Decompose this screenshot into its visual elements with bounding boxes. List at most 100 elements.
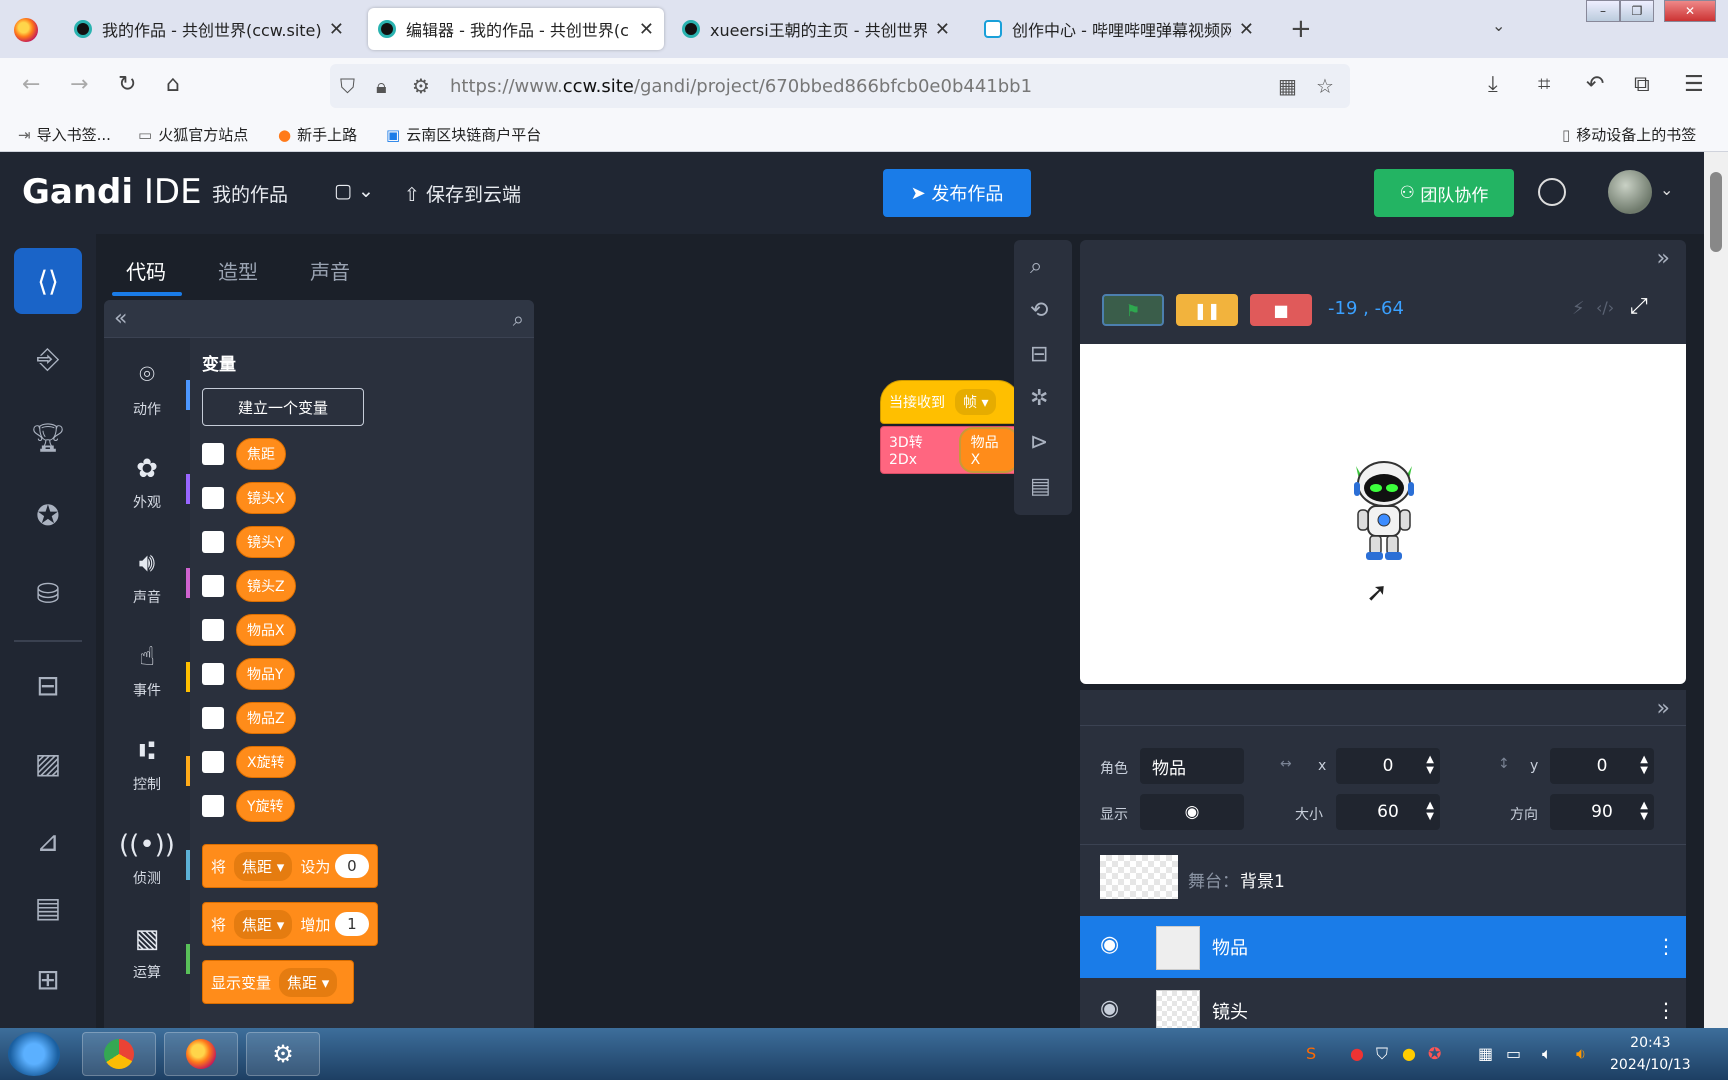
- browser-tab-bilibili[interactable]: 创作中心 - 哔哩哔哩弹幕视频网 ✕: [974, 8, 1264, 50]
- variable-reporter[interactable]: X旋转: [236, 746, 296, 778]
- stepper-icon[interactable]: ▲ ▼: [1426, 800, 1434, 822]
- forward-icon[interactable]: →: [70, 72, 88, 97]
- variable-checkbox[interactable]: [202, 443, 224, 465]
- close-icon[interactable]: ✕: [639, 19, 654, 40]
- firefox-icon[interactable]: [14, 18, 38, 42]
- menu-icon[interactable]: ☰: [1684, 72, 1704, 97]
- speaker-icon[interactable]: 🔉︎: [1576, 1044, 1586, 1064]
- badge-icon[interactable]: ✪: [14, 482, 82, 548]
- minimize-icon[interactable]: –: [1586, 0, 1620, 22]
- tray-app-icon[interactable]: ●: [1402, 1044, 1416, 1063]
- set-variable-block[interactable]: 将焦距 ▾ 设为 0: [202, 844, 378, 888]
- window-close-icon[interactable]: ✕: [1664, 0, 1716, 22]
- more-options-icon[interactable]: ⋮: [1656, 998, 1676, 1022]
- undo-icon[interactable]: ↶: [1586, 72, 1604, 97]
- file-menu-icon[interactable]: ▢ ⌄: [334, 180, 374, 202]
- terminal-icon[interactable]: ⊳: [1030, 430, 1048, 455]
- expand-icon[interactable]: »: [1657, 696, 1670, 721]
- category-events[interactable]: ☝ 事件: [104, 642, 190, 700]
- trophy-icon[interactable]: 🏆︎: [14, 404, 82, 470]
- back-icon[interactable]: ←: [22, 72, 40, 97]
- system-clock[interactable]: 20:43 2024/10/13: [1610, 1032, 1691, 1076]
- address-bar[interactable]: ⛉ 🔒︎ ⚙ https://www.ccw.site/gandi/projec…: [330, 64, 1350, 108]
- sprite-name-input[interactable]: 物品: [1140, 748, 1244, 784]
- publish-button[interactable]: ➤ 发布作品: [883, 169, 1031, 217]
- avatar[interactable]: [1608, 170, 1652, 214]
- home-icon[interactable]: ⌂: [166, 72, 180, 97]
- language-icon[interactable]: [1538, 178, 1566, 206]
- database-icon[interactable]: ⛁: [14, 560, 82, 626]
- new-tab-icon[interactable]: +: [1290, 14, 1312, 44]
- expand-icon[interactable]: »: [1657, 246, 1670, 271]
- fullscreen-icon[interactable]: ⤢: [1630, 294, 1648, 319]
- team-collab-button[interactable]: ⚇ 团队协作: [1374, 169, 1514, 217]
- pause-button[interactable]: ❚❚: [1176, 294, 1238, 326]
- tray-dot-icon[interactable]: ●: [1350, 1044, 1364, 1063]
- when-receive-block[interactable]: 当接收到帧 ▾: [880, 380, 1020, 424]
- variable-reporter[interactable]: 焦距: [236, 438, 286, 470]
- value-input[interactable]: 0: [335, 854, 369, 878]
- variable-checkbox[interactable]: [202, 575, 224, 597]
- volume-icon[interactable]: 🔈︎: [1542, 1044, 1552, 1064]
- variable-checkbox[interactable]: [202, 663, 224, 685]
- tab-sounds[interactable]: 声音: [310, 256, 350, 285]
- shield-icon[interactable]: ⛉: [340, 74, 355, 98]
- lock-icon[interactable]: 🔒︎: [376, 74, 387, 98]
- size-input[interactable]: 60 ▲ ▼: [1336, 794, 1440, 830]
- download-icon[interactable]: ⤓: [1488, 72, 1498, 97]
- network-icon[interactable]: ▭: [1506, 1044, 1521, 1063]
- maximize-icon[interactable]: ❐: [1620, 0, 1654, 22]
- x-input[interactable]: 0 ▲ ▼: [1336, 748, 1440, 784]
- stepper-icon[interactable]: ▲ ▼: [1640, 754, 1648, 776]
- close-icon[interactable]: ✕: [935, 19, 950, 40]
- custom-3d-block[interactable]: 3D转2Dx 物品X: [880, 426, 1020, 474]
- variable-reporter[interactable]: 物品X: [236, 614, 296, 646]
- tab-code[interactable]: 代码: [126, 256, 166, 285]
- variable-reporter[interactable]: 镜头Y: [236, 526, 295, 558]
- code-icon[interactable]: ‹/›: [1596, 298, 1614, 317]
- extensions-icon[interactable]: ⧉: [1634, 72, 1650, 97]
- firefox-icon[interactable]: [164, 1032, 238, 1076]
- variable-checkbox[interactable]: [202, 531, 224, 553]
- save-to-cloud-button[interactable]: ⇧ 保存到云端: [404, 180, 521, 207]
- search-icon[interactable]: ⌕: [513, 307, 524, 331]
- category-sound[interactable]: 🔊︎ 声音: [104, 548, 190, 607]
- page-scrollbar[interactable]: [1704, 152, 1728, 1028]
- bookmark-firefox-site[interactable]: ▭ 火狐官方站点: [138, 124, 248, 145]
- bookmark-star-icon[interactable]: ☆: [1316, 74, 1334, 98]
- sprite-item[interactable]: ◉ 物品 ⋮: [1080, 916, 1686, 978]
- variable-dropdown[interactable]: 焦距 ▾: [234, 909, 293, 939]
- scrollbar-thumb[interactable]: [1710, 172, 1722, 252]
- stage-canvas[interactable]: ➚: [1080, 344, 1686, 684]
- debug-icon[interactable]: ✲: [1030, 386, 1048, 411]
- stop-button[interactable]: ■: [1250, 294, 1312, 326]
- robot-sprite[interactable]: [1346, 458, 1422, 564]
- chevron-down-icon[interactable]: ⌄: [1492, 16, 1505, 35]
- variable-dropdown[interactable]: 焦距 ▾: [234, 851, 293, 881]
- make-variable-button[interactable]: 建立一个变量: [202, 388, 364, 426]
- stage-item[interactable]: 舞台： 背景1: [1080, 844, 1686, 912]
- variable-reporter[interactable]: Y旋转: [236, 790, 295, 822]
- tab-costumes[interactable]: 造型: [218, 256, 258, 285]
- chrome-icon[interactable]: [82, 1032, 156, 1076]
- variable-checkbox[interactable]: [202, 487, 224, 509]
- gandi-doc-icon[interactable]: ▤: [14, 874, 82, 940]
- variable-checkbox[interactable]: [202, 707, 224, 729]
- notification-icon[interactable]: ⊞: [14, 946, 82, 1012]
- book-icon[interactable]: ⊿: [14, 808, 82, 874]
- app-robot-icon[interactable]: ⚙: [246, 1032, 320, 1076]
- backpack-icon[interactable]: ⊟: [1030, 342, 1048, 367]
- variable-checkbox[interactable]: [202, 619, 224, 641]
- backpack-icon[interactable]: ⊟: [14, 652, 82, 718]
- variable-reporter[interactable]: 镜头X: [236, 482, 296, 514]
- variable-reporter[interactable]: 物品Y: [236, 658, 295, 690]
- tray-badge-icon[interactable]: ✪: [1428, 1044, 1441, 1063]
- project-title[interactable]: 我的作品: [212, 180, 288, 207]
- start-button[interactable]: [8, 1032, 60, 1076]
- category-control[interactable]: ⑆ 控制: [104, 736, 190, 794]
- variable-checkbox[interactable]: [202, 795, 224, 817]
- close-icon[interactable]: ✕: [1239, 19, 1254, 40]
- variable-dropdown[interactable]: 焦距 ▾: [279, 967, 338, 997]
- stepper-icon[interactable]: ▲ ▼: [1426, 754, 1434, 776]
- image-icon[interactable]: ▨: [14, 730, 82, 796]
